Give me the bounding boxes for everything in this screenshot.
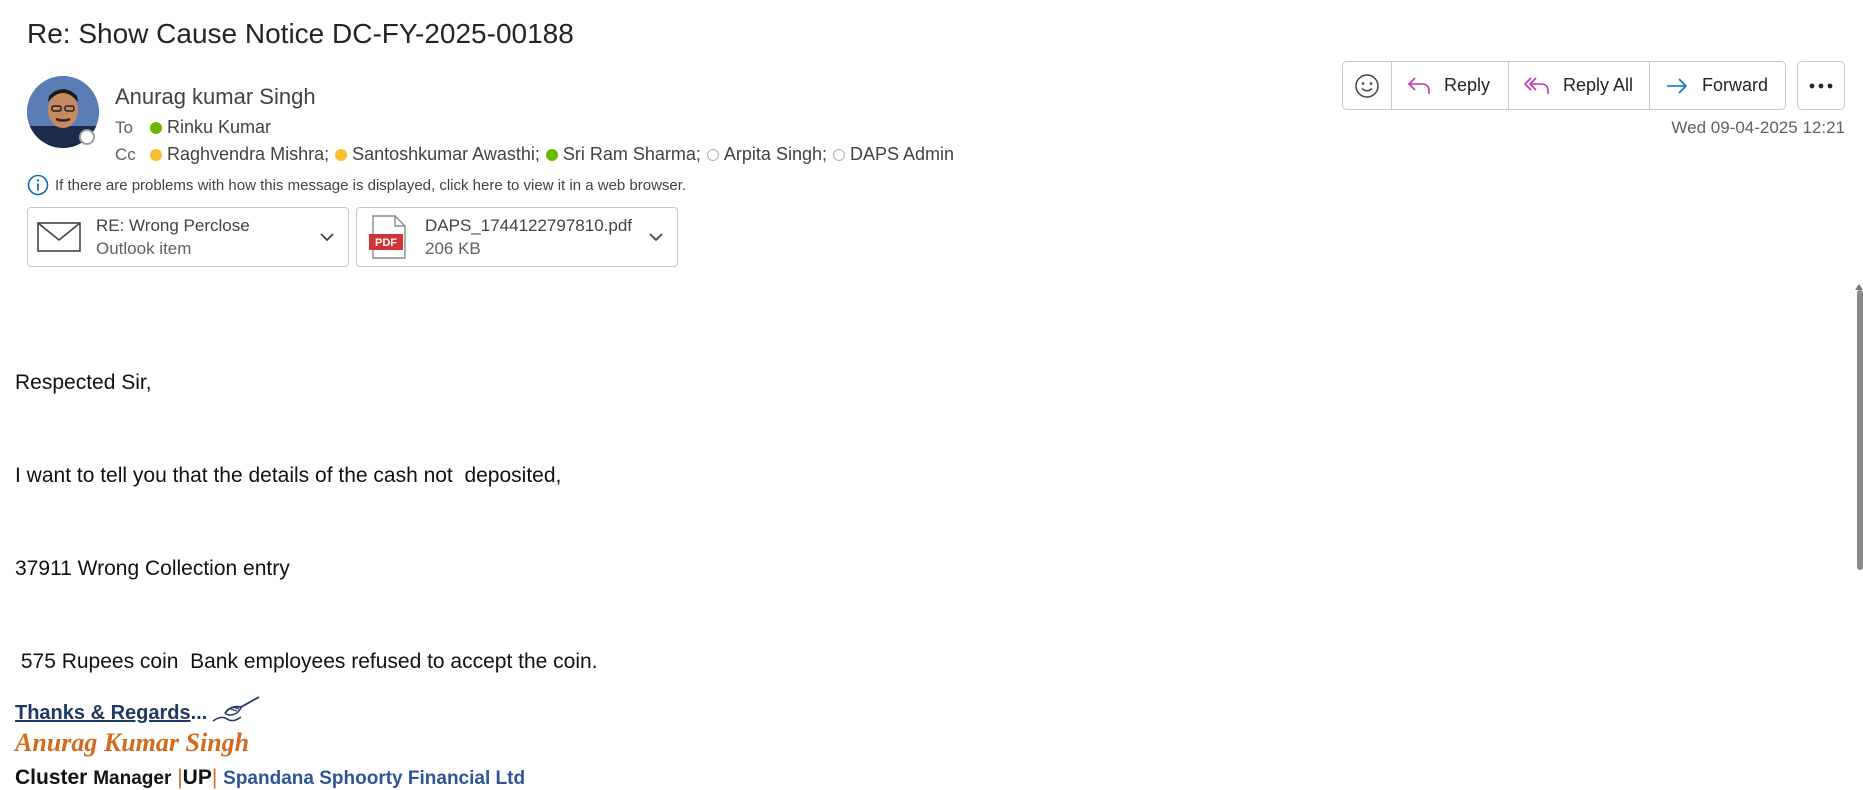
recipient-name: Rinku Kumar bbox=[167, 117, 272, 137]
signature-thanks-text: Thanks & Regards bbox=[15, 702, 191, 724]
email-subject: Re: Show Cause Notice DC-FY-2025-00188 bbox=[27, 18, 574, 49]
mail-icon bbox=[37, 222, 81, 252]
message-date: Wed 09-04-2025 12:21 bbox=[1671, 118, 1845, 137]
recipient-name: DAPS Admin bbox=[849, 144, 955, 164]
info-bar[interactable]: If there are problems with how this mess… bbox=[27, 174, 686, 196]
signature-thanks: Thanks & Regards ... bbox=[15, 695, 263, 725]
recipient[interactable]: Arpita Singh; bbox=[706, 144, 827, 165]
reply-button[interactable]: Reply bbox=[1392, 62, 1509, 109]
reply-all-icon bbox=[1523, 76, 1549, 94]
reply-icon bbox=[1407, 76, 1430, 94]
body-line: Respected Sir, bbox=[15, 371, 152, 394]
body-line: 37911 Wrong Collection entry bbox=[15, 557, 290, 580]
recipient[interactable]: Raghvendra Mishra; bbox=[150, 144, 329, 165]
signature-company: Spandana Sphoorty Financial Ltd bbox=[223, 768, 526, 789]
message-body: Respected Sir, I want to tell you that t… bbox=[15, 305, 598, 708]
forward-button[interactable]: Forward bbox=[1650, 62, 1785, 109]
reply-label: Reply bbox=[1444, 75, 1491, 95]
sender-name[interactable]: Anurag kumar Singh bbox=[115, 84, 316, 110]
cc-label: Cc bbox=[115, 144, 136, 164]
cc-line: Cc Raghvendra Mishra; Santoshkumar Awast… bbox=[115, 144, 960, 165]
available-status-icon bbox=[545, 148, 558, 161]
offline-status-icon bbox=[832, 148, 845, 161]
attachment-name: RE: Wrong Perclose bbox=[96, 216, 250, 235]
reply-all-button[interactable]: Reply All bbox=[1509, 62, 1650, 109]
emoji-reaction-button[interactable] bbox=[1343, 62, 1392, 109]
signature-manager: Manager bbox=[93, 768, 172, 789]
signature-cluster: Cluster bbox=[15, 766, 88, 789]
recipient-name: Santoshkumar Awasthi; bbox=[352, 144, 540, 164]
more-icon bbox=[1809, 83, 1833, 88]
body-line: 575 Rupees coin Bank employees refused t… bbox=[15, 650, 598, 673]
pdf-icon: PDF bbox=[369, 215, 406, 259]
attachment-detail: Outlook item bbox=[96, 239, 192, 258]
info-bar-text: If there are problems with how this mess… bbox=[55, 176, 687, 194]
chevron-down-icon[interactable] bbox=[647, 228, 665, 246]
signature-region: UP bbox=[182, 766, 212, 789]
to-label: To bbox=[115, 117, 133, 137]
recipient[interactable]: DAPS Admin bbox=[832, 144, 955, 165]
signature-thanks-suffix: ... bbox=[190, 702, 208, 724]
recipient-name: Raghvendra Mishra; bbox=[167, 144, 330, 164]
attachment-name: DAPS_1744122797810.pdf bbox=[425, 216, 633, 235]
forward-icon bbox=[1667, 77, 1688, 94]
recipient[interactable]: Santoshkumar Awasthi; bbox=[335, 144, 540, 165]
attachment-outlook-item[interactable]: RE: Wrong Perclose Outlook item bbox=[27, 207, 349, 267]
info-icon bbox=[27, 174, 49, 196]
message-actions-toolbar: Reply Reply All Forward bbox=[1342, 61, 1786, 110]
more-actions-button[interactable] bbox=[1797, 61, 1845, 110]
body-line: I want to tell you that the details of t… bbox=[15, 464, 562, 487]
available-status-icon bbox=[150, 121, 162, 134]
attachment-pdf[interactable]: PDF DAPS_1744122797810.pdf 206 KB bbox=[356, 207, 678, 267]
offline-status-icon bbox=[706, 148, 719, 161]
forward-label: Forward bbox=[1702, 75, 1769, 95]
recipient-name: Sri Ram Sharma; bbox=[562, 144, 701, 164]
signing-hand-icon bbox=[212, 696, 260, 722]
reply-all-label: Reply All bbox=[1563, 75, 1634, 95]
vertical-scrollbar[interactable] bbox=[1857, 290, 1863, 570]
recipient[interactable]: Sri Ram Sharma; bbox=[545, 144, 701, 165]
signature-title: Cluster Manager |UP| Spandana Sphoorty F… bbox=[15, 766, 525, 790]
signature-separator: | bbox=[211, 766, 218, 789]
away-status-icon bbox=[335, 148, 348, 161]
pdf-icon-label: PDF bbox=[375, 237, 397, 249]
to-line: To Rinku Kumar bbox=[115, 117, 277, 138]
recipient-name: Arpita Singh; bbox=[723, 144, 827, 164]
smiley-icon bbox=[1355, 73, 1379, 98]
signature-name: Anurag Kumar Singh bbox=[15, 728, 250, 757]
away-status-icon bbox=[150, 148, 162, 161]
chevron-down-icon[interactable] bbox=[318, 228, 336, 246]
attachment-detail: 206 KB bbox=[425, 239, 481, 258]
sender-presence-icon bbox=[79, 129, 95, 145]
recipient[interactable]: Rinku Kumar bbox=[150, 117, 271, 138]
